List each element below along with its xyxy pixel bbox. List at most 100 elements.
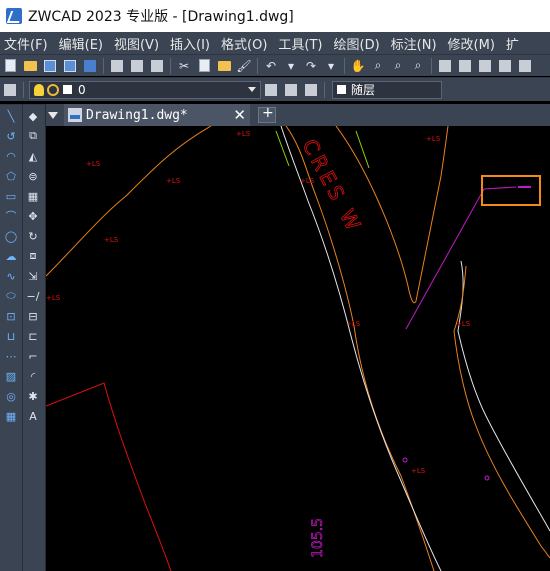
road-centerline-white[interactable] [280, 126, 442, 571]
layer-state-icon[interactable] [302, 81, 320, 99]
ls-marker[interactable]: +LS [86, 160, 101, 168]
menu-dimension[interactable]: 标注(N) [387, 34, 444, 53]
layer-previous-icon[interactable] [282, 81, 300, 99]
ls-marker[interactable]: +LS [46, 294, 61, 302]
cut-icon[interactable]: ✂ [175, 57, 193, 75]
match-properties-icon[interactable]: 🖌 [235, 57, 253, 75]
ls-marker[interactable]: +LS [426, 135, 441, 143]
color-dropdown[interactable]: 随层 [332, 80, 442, 99]
undo-dropdown-icon[interactable]: ▾ [282, 57, 300, 75]
make-block-icon[interactable]: ⊔ [2, 327, 20, 345]
copy-object-icon[interactable]: ⧉ [24, 127, 42, 145]
ls-marker[interactable]: +LS [104, 236, 119, 244]
new-tab-button[interactable] [258, 105, 276, 123]
layer-dropdown[interactable]: 0 [29, 80, 261, 99]
copy-icon[interactable] [195, 57, 213, 75]
mirror-icon[interactable]: ◭ [24, 147, 42, 165]
menu-format[interactable]: 格式(O) [217, 34, 274, 53]
save-as-icon[interactable] [61, 57, 79, 75]
ellipse-icon[interactable]: ⇲ [24, 267, 42, 285]
zoom-previous-icon[interactable]: ⌕ [409, 57, 427, 75]
tool-palettes-icon[interactable] [476, 57, 494, 75]
spline-icon[interactable]: ⧈ [24, 247, 42, 265]
table-icon[interactable]: ▦ [2, 407, 20, 425]
close-icon[interactable]: ✕ [233, 106, 246, 124]
undo-icon[interactable]: ↶ [262, 57, 280, 75]
fillet-icon[interactable]: ◜ [24, 367, 42, 385]
layer-manager-icon[interactable] [1, 81, 19, 99]
region-icon[interactable]: ◎ [2, 387, 20, 405]
menu-draw[interactable]: 绘图(D) [330, 34, 387, 53]
ls-marker[interactable]: +LS [300, 177, 315, 185]
leader-line-magenta[interactable] [483, 186, 517, 190]
menu-view[interactable]: 视图(V) [110, 34, 166, 53]
point-icon[interactable]: ⋯ [2, 347, 20, 365]
print-icon[interactable] [108, 57, 126, 75]
properties-icon[interactable] [436, 57, 454, 75]
multiline-text-icon[interactable]: A [24, 407, 42, 425]
array-icon[interactable]: ▦ [24, 187, 42, 205]
open-folder-icon[interactable] [21, 57, 39, 75]
road-centerline-white[interactable] [457, 260, 550, 532]
markup-icon[interactable] [516, 57, 534, 75]
new-file-icon[interactable] [1, 57, 19, 75]
extend-icon[interactable]: −/ [24, 287, 42, 305]
trim-icon[interactable]: ⬭ [2, 287, 20, 305]
leader-line-magenta[interactable] [405, 188, 485, 330]
sheet-set-icon[interactable] [496, 57, 514, 75]
green-line[interactable] [275, 130, 290, 167]
tab-drawing1[interactable]: Drawing1.dwg* ✕ [64, 104, 250, 126]
road-edge-orange[interactable] [453, 265, 550, 559]
menu-extensions[interactable]: 扩 [502, 34, 526, 53]
arc-icon[interactable]: ◠ [2, 147, 20, 165]
ls-marker[interactable]: +LS [236, 130, 251, 138]
plot-icon[interactable] [148, 57, 166, 75]
line-icon[interactable]: ╲ [2, 107, 20, 125]
save-icon[interactable] [41, 57, 59, 75]
pan-icon[interactable]: ✋ [349, 57, 367, 75]
paste-icon[interactable] [215, 57, 233, 75]
menu-modify[interactable]: 修改(M) [444, 34, 502, 53]
move-icon[interactable]: ⌒ [2, 207, 20, 225]
polyline-icon[interactable]: ↺ [2, 127, 20, 145]
offset-icon[interactable]: ⊜ [24, 167, 42, 185]
tab-list-dropdown-icon[interactable] [48, 111, 58, 119]
break-icon[interactable]: ⊟ [24, 307, 42, 325]
rectangle-icon[interactable]: ▭ [2, 187, 20, 205]
polygon-icon[interactable]: ⬠ [2, 167, 20, 185]
ls-marker[interactable]: +LS [411, 467, 426, 475]
eraser-icon[interactable]: ◆ [24, 107, 42, 125]
drawing-svg[interactable]: +LS +LS +LS +LS +LS +LS +LS +LS +LS +LS CRES W 10… [46, 126, 550, 571]
zoom-realtime-icon[interactable]: ⌕ [369, 57, 387, 75]
make-current-layer-icon[interactable] [262, 81, 280, 99]
menu-insert[interactable]: 插入(I) [166, 34, 217, 53]
road-edge-orange[interactable] [285, 126, 435, 571]
publish-icon[interactable] [81, 57, 99, 75]
rotate-icon[interactable]: ◯ [2, 227, 20, 245]
ls-marker[interactable]: +LS [346, 320, 361, 328]
join-icon[interactable]: ⊏ [24, 327, 42, 345]
explode-icon[interactable]: ✱ [24, 387, 42, 405]
road-edge-orange[interactable] [46, 126, 212, 277]
street-label[interactable]: CRES W [297, 135, 368, 238]
zoom-window-icon[interactable]: ⌕ [389, 57, 407, 75]
scale-icon[interactable]: ☁ [2, 247, 20, 265]
survey-point-circle[interactable] [484, 475, 490, 481]
menu-tools[interactable]: 工具(T) [274, 34, 329, 53]
redo-icon[interactable]: ↷ [302, 57, 320, 75]
ls-marker[interactable]: +LS [166, 177, 181, 185]
stretch-icon[interactable]: ∿ [2, 267, 20, 285]
survey-point-circle[interactable] [402, 457, 408, 463]
selection-highlight-box[interactable] [481, 175, 541, 206]
insert-block-icon[interactable]: ⊡ [2, 307, 20, 325]
print-preview-icon[interactable] [128, 57, 146, 75]
chamfer-icon[interactable]: ⌐ [24, 347, 42, 365]
menu-edit[interactable]: 编辑(E) [55, 34, 110, 53]
drawing-canvas[interactable]: +LS +LS +LS +LS +LS +LS +LS +LS +LS +LS CRES W 10… [46, 126, 550, 571]
ls-marker[interactable]: +LS [456, 320, 471, 328]
redo-dropdown-icon[interactable]: ▾ [322, 57, 340, 75]
circle-icon[interactable]: ✥ [24, 207, 42, 225]
menu-file[interactable]: 文件(F) [0, 34, 55, 53]
elevation-label[interactable]: 105.5 [310, 518, 327, 559]
hatch-icon[interactable]: ▨ [2, 367, 20, 385]
